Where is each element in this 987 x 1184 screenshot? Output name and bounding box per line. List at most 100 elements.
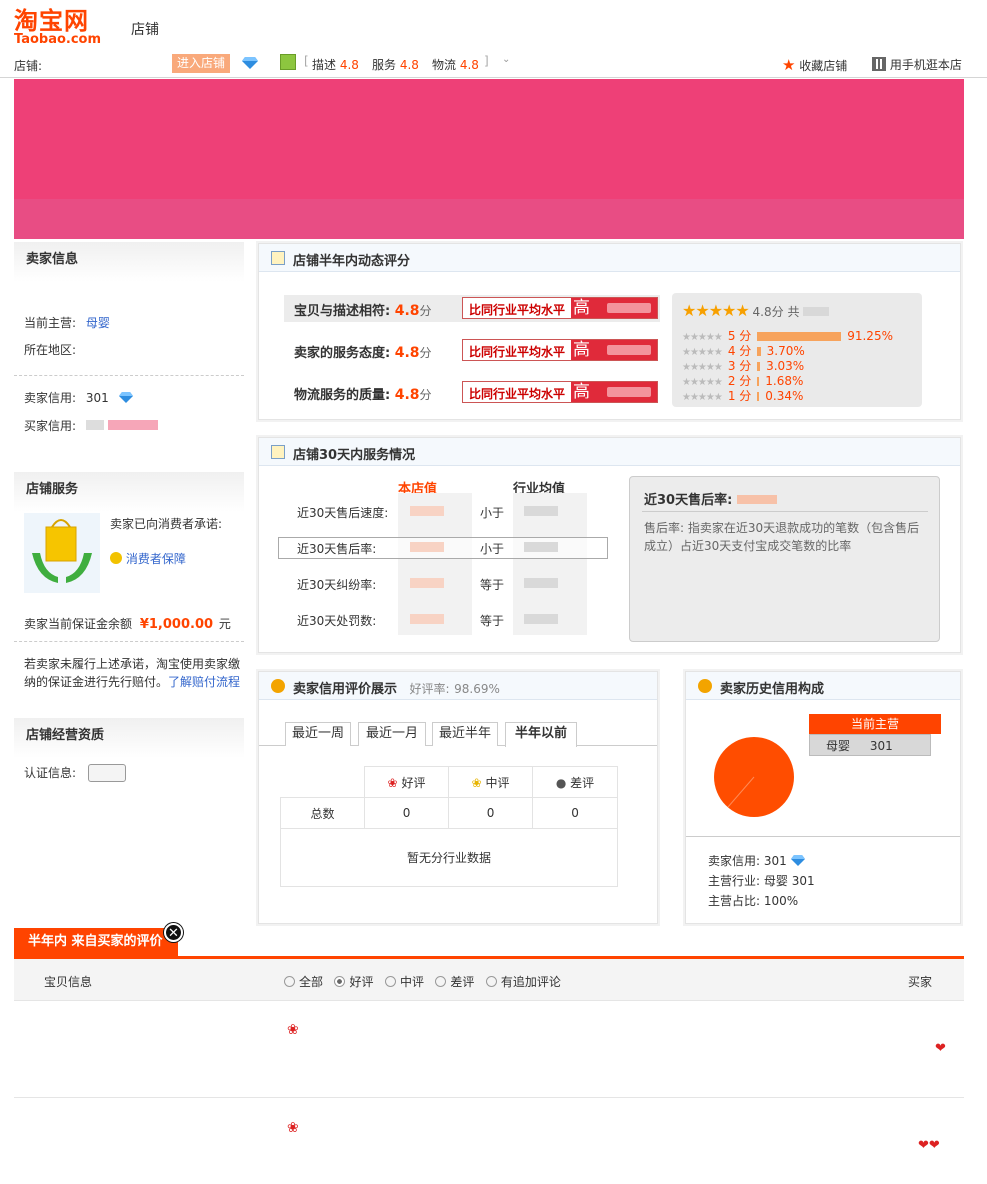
favorite-store-button[interactable]: ★ 收藏店铺 (782, 56, 847, 74)
buyer-credit-hearts (85, 420, 158, 430)
notice-line2: 纳的保证金进行先行赔付。了解赔付流程 (24, 675, 241, 689)
logo-english: Taobao.com (14, 32, 102, 47)
diamond-icon (118, 392, 133, 403)
qr-code-icon (872, 57, 886, 71)
total-good: 0 (363, 797, 450, 829)
chart-icon (271, 251, 285, 265)
seller-credit: 卖家信用: 301 (24, 389, 133, 406)
tab-last-month[interactable]: 最近一月 (358, 722, 426, 746)
tab-last-halfyear[interactable]: 最近半年 (432, 722, 498, 746)
logo-chinese: 淘宝网 (14, 7, 89, 35)
user-icon (271, 679, 285, 693)
notice-line1: 若卖家未履行上述承诺，淘宝使用卖家缴 (24, 657, 241, 671)
page-title: 店铺 (131, 22, 159, 38)
after-sale-info-box: 近30天售后率: 售后率: 指卖家在近30天退款成功的笔数（包含售后 成立）占近… (629, 476, 940, 642)
rating-bar (757, 332, 842, 341)
history-seller-credit: 卖家信用: 301 (708, 852, 805, 869)
close-icon[interactable]: ✕ (164, 923, 183, 942)
cert-info: 认证信息: (24, 764, 126, 782)
service-row-label: 近30天售后率: (297, 542, 377, 556)
store-value-blurred (410, 542, 444, 552)
rating-bar (757, 392, 760, 401)
col-neutral: ❀ 中评 (448, 766, 534, 798)
consumer-protection-badge (24, 513, 100, 593)
service-row-relation: 等于 (480, 578, 505, 592)
credit-table: ❀ 好评 ❀ 中评 ● 差评 总数 0 0 0 暂无分行业数据 (280, 766, 618, 887)
main-category: 当前主营: 母婴 (24, 316, 110, 330)
rating-describe[interactable]: 描述 4.8 (312, 56, 359, 73)
consumer-protection-link[interactable]: 消费者保障 (110, 550, 186, 567)
col-bad: ● 差评 (532, 766, 618, 798)
flower-red-icon: ❀ (287, 1022, 299, 1038)
dsr-heading: 店铺半年内动态评分 (259, 244, 960, 272)
compensation-process-link[interactable]: 了解赔付流程 (168, 675, 240, 689)
filter-all[interactable]: 全部 (284, 975, 323, 989)
industry-value-blurred (524, 578, 558, 588)
compare-badge: 比同行业平均水平高 (462, 339, 658, 361)
filter-bad[interactable]: 差评 (435, 975, 474, 989)
industry-value-blurred (524, 614, 558, 624)
history-ratio: 主营占比: 100% (708, 894, 799, 908)
flower-yellow-icon: ❀ (471, 775, 482, 790)
rating-row: ★★★★★ 1 分 0.34% (682, 389, 804, 403)
store-rank-icon (280, 54, 296, 70)
dsr-row-service: 卖家的服务态度: 4.8分 (294, 345, 432, 361)
divider (14, 641, 244, 642)
filter-neutral[interactable]: 中评 (384, 975, 424, 989)
divider-right: ] (484, 54, 489, 68)
service-row-label: 近30天处罚数: (297, 614, 377, 628)
region-label: 所在地区: (24, 343, 77, 357)
qualification-heading: 店铺经营资质 (14, 718, 244, 758)
overall-rating: ★★★★★ 4.8分 共 (682, 301, 830, 320)
license-icon[interactable] (87, 764, 126, 782)
service-row-relation: 等于 (480, 614, 505, 628)
protection-icon (110, 552, 122, 564)
heart-icon: ❤❤ (918, 1138, 940, 1153)
service-row-relation: 小于 (480, 542, 505, 556)
store-label: 店铺: (14, 59, 43, 73)
seller-info-heading: 卖家信息 (14, 242, 244, 282)
star-rating-icon: ★★★★★ (682, 301, 750, 320)
tab-last-week[interactable]: 最近一周 (285, 722, 351, 746)
star-icon: ★★★★★ (682, 392, 723, 403)
industry-value-blurred (524, 506, 558, 516)
dsr-row-logistics: 物流服务的质量: 4.8分 (294, 387, 432, 403)
rating-service[interactable]: 服务 4.8 (372, 56, 419, 73)
compare-badge: 比同行业平均水平高 (462, 381, 658, 403)
store-value-blurred (410, 506, 444, 516)
store-bar: 店铺: 进入店铺 [ 描述 4.8 服务 4.8 物流 4.8 ] ⌄ ★ 收藏… (0, 50, 987, 78)
col-buyer: 买家 (908, 975, 933, 989)
main-category-link[interactable]: 母婴 (86, 316, 110, 330)
chart-icon (271, 445, 285, 459)
service30-heading: 店铺30天内服务情况 (259, 438, 960, 466)
divider-left: [ (304, 54, 309, 68)
buyer-credit: 买家信用: (24, 417, 158, 434)
review-row-divider (14, 1097, 964, 1098)
store-service-heading: 店铺服务 (14, 472, 244, 512)
filter-appended[interactable]: 有追加评论 (485, 975, 561, 989)
taobao-logo[interactable]: 淘宝网 Taobao.com (14, 8, 106, 46)
category-box: 母婴 301 (809, 734, 931, 756)
divider (14, 375, 244, 376)
reviews-header: 宝贝信息 全部 好评 中评 差评 有追加评论 买家 (14, 959, 964, 1001)
rating-logistics[interactable]: 物流 4.8 (432, 56, 479, 73)
promise-text: 卖家已向消费者承诺: (110, 517, 223, 531)
col-item-info: 宝贝信息 (44, 975, 93, 989)
dsr-row-describe: 宝贝与描述相符: 4.8分 (294, 303, 432, 319)
total-bad: 0 (532, 797, 618, 829)
enter-store-button[interactable]: 进入店铺 (172, 54, 230, 73)
store-banner (14, 79, 964, 239)
bomb-icon: ● (555, 775, 567, 790)
rating-bar (757, 362, 761, 371)
deposit: 卖家当前保证金余额 ¥1,000.00 元 (24, 617, 231, 632)
history-industry: 主营行业: 母婴 301 (708, 874, 815, 888)
tab-before-halfyear[interactable]: 半年以前 (505, 722, 577, 747)
compare-badge: 比同行业平均水平高 (462, 297, 658, 319)
reviews-tab[interactable]: 半年内 来自买家的评价 (14, 928, 178, 956)
filter-good[interactable]: 好评 (334, 975, 373, 989)
total-neutral: 0 (448, 797, 534, 829)
mobile-store-button[interactable]: 用手机逛本店 (872, 56, 962, 73)
diamond-icon (242, 57, 258, 69)
service-row-label: 近30天售后速度: (297, 506, 389, 520)
chevron-down-icon[interactable]: ⌄ (502, 54, 510, 65)
